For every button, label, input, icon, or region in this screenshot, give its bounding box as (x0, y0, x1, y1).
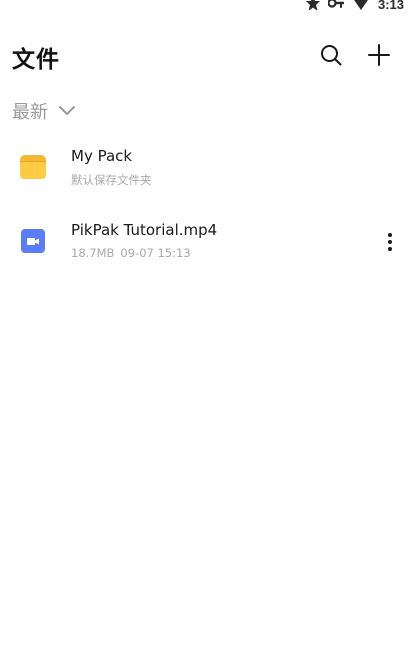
status-bar: 3:13 (305, 0, 404, 14)
star-icon (305, 0, 320, 10)
file-size: 18.7MB (71, 246, 115, 260)
video-file-icon (20, 228, 46, 254)
file-name: My Pack (71, 147, 133, 165)
list-item-folder[interactable]: My Pack 默认保存文件夹 (0, 140, 410, 214)
list-item-video[interactable]: PikPak Tutorial.mp4 18.7MB 09-07 15:13 (0, 214, 410, 288)
sort-dropdown[interactable]: 最新 (12, 98, 76, 124)
files-screen: 3:13 文件 最新 My Pack 默认保存文件夹 PikPak Tutori… (0, 0, 410, 671)
sort-label: 最新 (12, 102, 48, 123)
app-bar: 文件 (0, 36, 410, 74)
folder-description: 默认保存文件夹 (71, 173, 152, 187)
chevron-down-icon (59, 106, 75, 115)
wifi-icon (352, 0, 370, 10)
file-subtitle: 默认保存文件夹 (71, 172, 152, 188)
key-icon (327, 0, 344, 10)
file-list: My Pack 默认保存文件夹 PikPak Tutorial.mp4 18.7… (0, 140, 410, 288)
page-title: 文件 (12, 47, 60, 73)
more-options-button[interactable] (378, 228, 402, 256)
folder-icon (20, 154, 46, 180)
file-subtitle: 18.7MB 09-07 15:13 (71, 246, 191, 260)
search-icon (321, 45, 342, 66)
file-name: PikPak Tutorial.mp4 (71, 221, 218, 239)
add-button[interactable] (364, 40, 394, 70)
plus-icon (368, 44, 390, 66)
search-button[interactable] (316, 40, 346, 70)
status-time: 3:13 (377, 0, 404, 10)
more-vertical-icon (388, 233, 392, 251)
file-date: 09-07 15:13 (120, 246, 191, 260)
